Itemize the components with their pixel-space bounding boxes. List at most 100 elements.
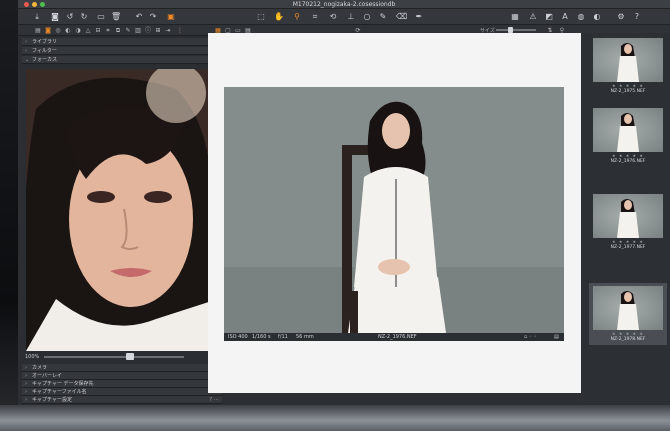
tool-overlay[interactable]: › オーバーレイ ? ⋯: [22, 372, 222, 380]
thumbnail-item-selected[interactable]: ★ ★ ★ ★ ★ NZ-2_1978.NEF: [589, 283, 667, 345]
exposure-icon[interactable]: ◩: [544, 12, 554, 22]
tool-label: フィルター: [32, 48, 57, 54]
help-icon[interactable]: ?: [632, 12, 642, 22]
pan-icon[interactable]: ✋: [274, 12, 284, 22]
stack-tab-icon[interactable]: ▥: [134, 27, 142, 35]
file-name: NZ-2_1976.NEF: [378, 334, 417, 340]
rotate-left-icon[interactable]: ↺: [65, 12, 75, 22]
tool-capture-naming[interactable]: › キャプチャーファイル名 ? ⋯: [22, 388, 222, 396]
settings-icon[interactable]: ⚙: [616, 12, 626, 22]
tool-label: キャプチャー データ保存先: [32, 381, 94, 387]
trash-icon[interactable]: 🗑: [111, 12, 121, 22]
rating-icon[interactable]: ▫ ◦ ◦: [524, 333, 536, 341]
tool-label: フォーカス: [32, 57, 58, 63]
download-icon[interactable]: ⤓: [32, 12, 42, 22]
tool-label: キャプチャー設定: [32, 397, 72, 403]
thumbnail-size-slider[interactable]: [496, 29, 536, 31]
metadata-tab-icon[interactable]: ⊞: [154, 27, 162, 35]
text-icon[interactable]: A: [560, 12, 570, 22]
capture-tab-icon[interactable]: ◙: [44, 27, 52, 35]
menu-icon[interactable]: ▤: [554, 333, 559, 341]
tool-panel: › ライブラリ ? ⋯ › フィルター ? ⋯ ⌄ フォーカス ? ⋯: [22, 36, 222, 406]
crop-tab-icon[interactable]: ⌗: [104, 27, 112, 35]
tool-capture-location[interactable]: › キャプチャー データ保存先 ? ⋯: [22, 380, 222, 388]
thumbnail-image: [593, 286, 663, 330]
rotate-icon[interactable]: ⟲: [328, 12, 338, 22]
thumbnail-filename: NZ-2_1976.NEF: [610, 159, 646, 164]
iso-value: ISO 400: [228, 334, 248, 340]
tool-capture-settings[interactable]: › キャプチャー設定 ? ⋯: [22, 396, 222, 404]
lens-tab-icon[interactable]: ◎: [54, 27, 62, 35]
chevron-down-icon: ⌄: [25, 57, 30, 63]
thumbnail-item[interactable]: ★ ★ ★ ★ ★ NZ-2_1975.NEF: [589, 35, 667, 97]
layers-tab-icon[interactable]: ⧉: [114, 27, 122, 35]
thumbnail-filename: NZ-2_1977.NEF: [610, 245, 646, 250]
straighten-icon[interactable]: ⊥: [346, 12, 356, 22]
chevron-right-icon: ›: [25, 48, 27, 54]
batch-tab-icon[interactable]: ⋮: [176, 27, 184, 35]
brush-tab-icon[interactable]: ✎: [124, 27, 132, 35]
chevron-right-icon: ›: [25, 397, 27, 403]
color-tab-icon[interactable]: ◐: [64, 27, 72, 35]
thumbnail-rating[interactable]: ★ ★ ★ ★ ★: [589, 83, 667, 88]
brush-icon[interactable]: ✎: [378, 12, 388, 22]
tool-library[interactable]: › ライブラリ ? ⋯: [22, 38, 222, 46]
redo-icon[interactable]: ↷: [148, 12, 158, 22]
undo-icon[interactable]: ↶: [134, 12, 144, 22]
grid-icon[interactable]: ▦: [510, 12, 520, 22]
library-tab-icon[interactable]: ▤: [34, 27, 42, 35]
warning-icon[interactable]: ⚠: [528, 12, 538, 22]
thumbnail-rating[interactable]: ★ ★ ★ ★ ★: [589, 153, 667, 158]
exposure-tab-icon[interactable]: ◑: [74, 27, 82, 35]
info-tab-icon[interactable]: ⓘ: [144, 27, 152, 35]
aperture-value: f/11: [278, 334, 288, 340]
tool-label: オーバーレイ: [32, 373, 62, 379]
focus-zoom-bar: 100% ⚲: [22, 352, 222, 362]
chevron-right-icon: ›: [25, 389, 27, 395]
main-toolbar: ⤓ ◙ ↺ ↻ ▭ 🗑 ↶ ↷ ▣ ⬚ ✋ ⚲ ⌗ ⟲ ⊥ ○ ✎ ⌫ ✒ ▦ …: [18, 9, 670, 25]
keystone-icon[interactable]: ○: [362, 12, 372, 22]
main-portrait-illustration: [224, 87, 564, 333]
thumbnail-image: [593, 38, 663, 82]
shutter-value: 1/160 s: [252, 334, 271, 340]
window-title: M170212_nogizaka-2.cosessiondb: [292, 1, 396, 8]
chevron-right-icon: ›: [25, 381, 27, 387]
rotate-right-icon[interactable]: ↻: [79, 12, 89, 22]
thumbnail-item[interactable]: ★ ★ ★ ★ ★ NZ-2_1976.NEF: [589, 105, 667, 167]
zoom-slider-knob[interactable]: [126, 353, 134, 360]
compare-icon[interactable]: ▣: [166, 12, 176, 22]
more-icon[interactable]: ⋯: [214, 396, 219, 404]
photo-info-strip: ISO 400 1/160 s f/11 56 mm NZ-2_1976.NEF…: [224, 333, 564, 341]
thumbnail-browser: ★ ★ ★ ★ ★ NZ-2_1975.NEF ★ ★ ★ ★ ★ NZ-2_1…: [581, 33, 670, 403]
app-window: M170212_nogizaka-2.cosessiondb ⤓ ◙ ↺ ↻ ▭…: [18, 0, 670, 412]
focus-portrait-illustration: [26, 69, 218, 351]
help-icon[interactable]: ?: [209, 396, 212, 404]
tool-filter[interactable]: › フィルター ? ⋯: [22, 47, 222, 55]
tool-label: キャプチャーファイル名: [32, 389, 87, 395]
camera-icon[interactable]: ◙: [50, 12, 60, 22]
zoom-slider[interactable]: [44, 356, 184, 358]
zoom-icon[interactable]: ⚲: [292, 12, 302, 22]
focal-length-value: 56 mm: [296, 334, 314, 340]
chevron-right-icon: ›: [25, 373, 27, 379]
adjust-tab-icon[interactable]: ⊟: [94, 27, 102, 35]
chevron-right-icon: ›: [25, 365, 27, 371]
image-viewer: ISO 400 1/160 s f/11 56 mm NZ-2_1976.NEF…: [208, 33, 582, 393]
select-icon[interactable]: ⬚: [256, 12, 266, 22]
focus-icon[interactable]: ◍: [576, 12, 586, 22]
thumbnail-rating[interactable]: ★ ★ ★ ★ ★: [589, 331, 667, 336]
color-picker-icon[interactable]: ✒: [414, 12, 424, 22]
tool-camera[interactable]: › カメラ ? ⋯: [22, 364, 222, 372]
focus-preview-image[interactable]: [26, 69, 218, 351]
thumbnail-item[interactable]: ★ ★ ★ ★ ★ NZ-2_1977.NEF: [589, 191, 667, 253]
eraser-icon[interactable]: ⌫: [396, 12, 407, 22]
main-photo[interactable]: [224, 87, 564, 333]
output-tab-icon[interactable]: ⇥: [164, 27, 172, 35]
thumbnail-rating[interactable]: ★ ★ ★ ★ ★: [589, 239, 667, 244]
tool-focus[interactable]: ⌄ フォーカス ? ⋯: [22, 56, 222, 64]
crop-icon[interactable]: ⌗: [310, 12, 320, 22]
desk-surface: [0, 405, 670, 431]
details-tab-icon[interactable]: △: [84, 27, 92, 35]
color-icon[interactable]: ◐: [592, 12, 602, 22]
folder-icon[interactable]: ▭: [96, 12, 106, 22]
